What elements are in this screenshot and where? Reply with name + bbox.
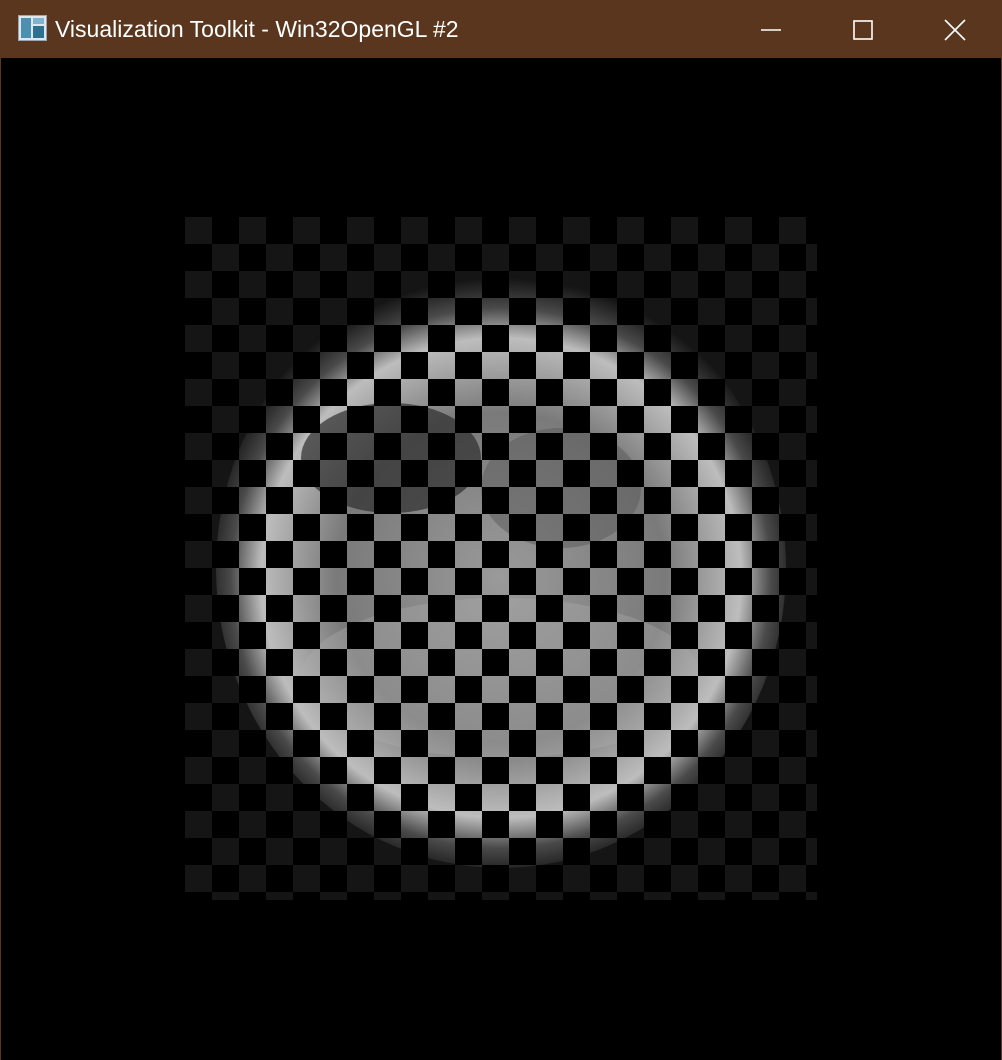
app-window: Visualization Toolkit - Win32OpenGL #2 (0, 0, 1002, 1060)
title-bar[interactable]: Visualization Toolkit - Win32OpenGL #2 (1, 1, 1001, 58)
minimize-button[interactable] (725, 1, 817, 58)
close-icon (944, 18, 966, 41)
maximize-button[interactable] (817, 1, 909, 58)
minimize-icon (761, 28, 781, 31)
window-title: Visualization Toolkit - Win32OpenGL #2 (55, 16, 459, 42)
vtk-app-icon (18, 15, 47, 41)
checkerboard-image (1, 58, 1001, 1060)
maximize-icon (853, 19, 873, 40)
close-button[interactable] (909, 1, 1001, 58)
render-viewport[interactable] (1, 58, 1001, 1060)
